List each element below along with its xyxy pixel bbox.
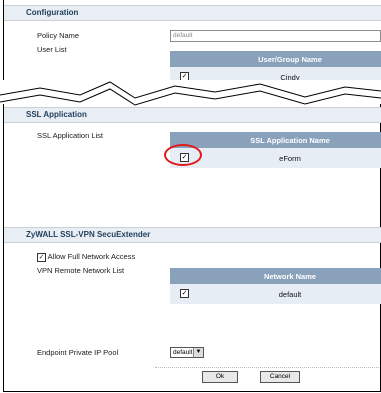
cancel-button[interactable]: Cancel <box>260 371 300 383</box>
table-row: ✓ default <box>170 284 381 304</box>
ssl-application-section-header: SSL Application <box>4 107 381 123</box>
header-check-column <box>170 51 199 67</box>
header-check-column <box>170 268 199 284</box>
network-name-header: Network Name <box>199 268 381 284</box>
endpoint-private-ip-pool-select[interactable]: default ▼ <box>170 347 204 358</box>
highlight-circle <box>164 144 202 166</box>
allow-full-network-access-checkbox[interactable]: ✓ <box>37 252 46 262</box>
row-checkbox-cell: ✓ <box>170 284 199 304</box>
allow-full-network-access-row[interactable]: ✓ Allow Full Network Access <box>37 252 135 262</box>
endpoint-private-ip-pool-label: Endpoint Private IP Pool <box>37 348 119 357</box>
table-row: ✓ eForm <box>170 148 381 168</box>
network-table: Network Name ✓ default <box>170 268 381 304</box>
user-group-name-header: User/Group Name <box>199 51 381 67</box>
endpoint-private-ip-pool-value: default <box>173 349 193 356</box>
network-name-cell: default <box>278 289 302 299</box>
chevron-down-icon: ▼ <box>193 348 203 357</box>
ssl-application-table: SSL Application Name ✓ eForm <box>170 132 381 168</box>
table-header-row: SSL Application Name <box>170 132 381 148</box>
configuration-section-header: Configuration <box>4 5 381 21</box>
table-header-row: User/Group Name <box>170 51 381 67</box>
allow-full-network-access-label: Allow Full Network Access <box>47 252 136 261</box>
button-separator <box>155 367 379 368</box>
secuextender-section-header: ZyWALL SSL-VPN SecuExtender <box>4 227 381 243</box>
policy-name-field[interactable]: default <box>170 30 381 42</box>
row-checkbox[interactable]: ✓ <box>180 289 189 299</box>
vpn-remote-network-list-label: VPN Remote Network List <box>37 266 125 275</box>
ssl-application-list-label: SSL Application List <box>37 131 104 140</box>
ssl-application-name-cell: eForm <box>279 153 301 163</box>
policy-name-label: Policy Name <box>37 31 80 40</box>
page-break-lines <box>0 80 381 106</box>
ok-button[interactable]: Ok <box>202 371 238 383</box>
user-list-label: User List <box>37 45 67 54</box>
ssl-application-name-header: SSL Application Name <box>199 132 381 148</box>
table-header-row: Network Name <box>170 268 381 284</box>
